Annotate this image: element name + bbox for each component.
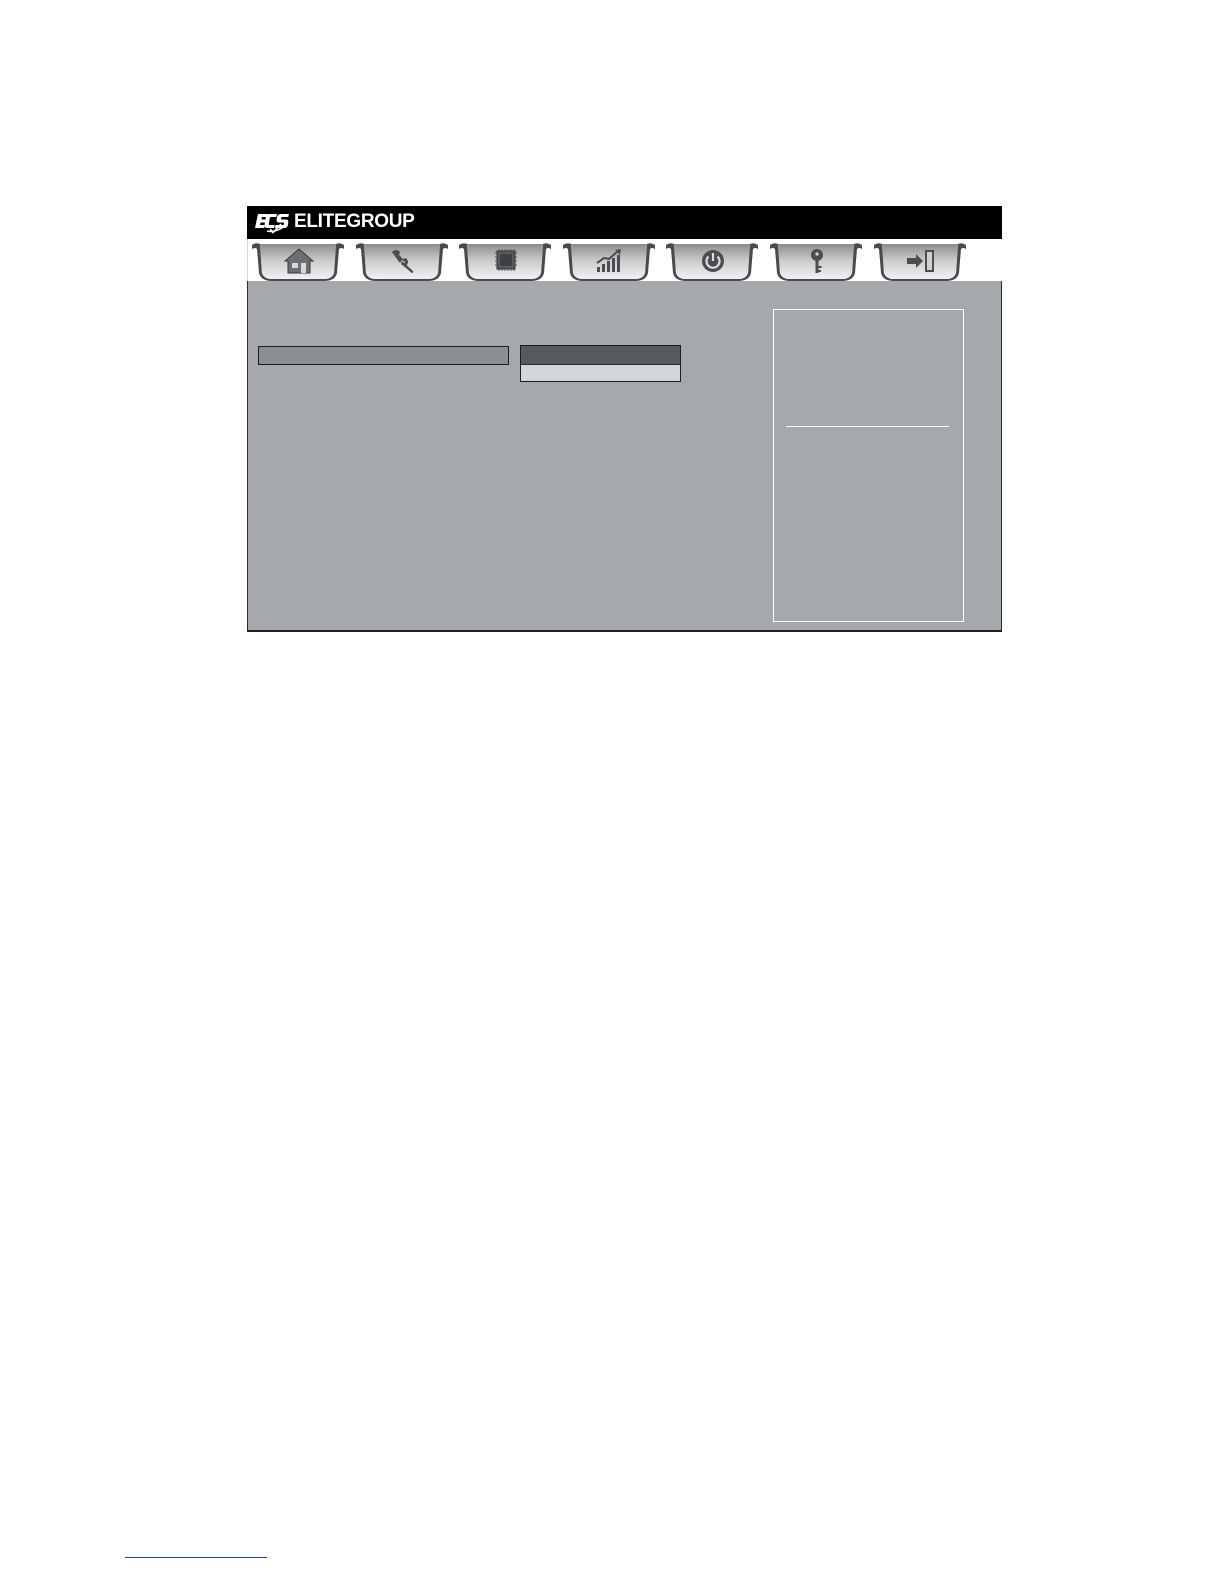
option-popup[interactable] xyxy=(520,345,681,382)
help-divider xyxy=(786,426,949,427)
brand-name: ELITEGROUP xyxy=(294,211,415,232)
chart-icon xyxy=(594,247,626,275)
power-icon xyxy=(697,247,729,275)
tab-chipset[interactable] xyxy=(459,241,551,281)
brand-bar: ELITEGROUP xyxy=(247,206,1002,239)
document-page: ELITEGROUP xyxy=(0,0,1224,1584)
tab-exit[interactable] xyxy=(874,241,966,281)
tab-advanced[interactable] xyxy=(356,241,448,281)
exit-icon xyxy=(905,247,937,275)
popup-option-selected[interactable] xyxy=(521,346,680,365)
help-panel xyxy=(773,309,964,622)
settings-panel xyxy=(247,281,1002,632)
tab-mis[interactable] xyxy=(563,241,655,281)
setting-item-highlighted[interactable] xyxy=(258,346,509,365)
ecs-logo xyxy=(255,211,291,235)
house-icon xyxy=(283,247,315,275)
key-icon xyxy=(801,247,833,275)
tab-main[interactable] xyxy=(252,241,344,281)
wrench-icon xyxy=(387,247,419,275)
popup-option[interactable] xyxy=(521,365,680,381)
bios-setup-screen: ELITEGROUP xyxy=(247,206,1002,632)
menu-tab-bar xyxy=(247,239,1002,281)
footnote-rule xyxy=(125,1557,267,1558)
chip-icon xyxy=(490,247,522,275)
tab-boot[interactable] xyxy=(666,241,758,281)
tab-security[interactable] xyxy=(770,241,862,281)
